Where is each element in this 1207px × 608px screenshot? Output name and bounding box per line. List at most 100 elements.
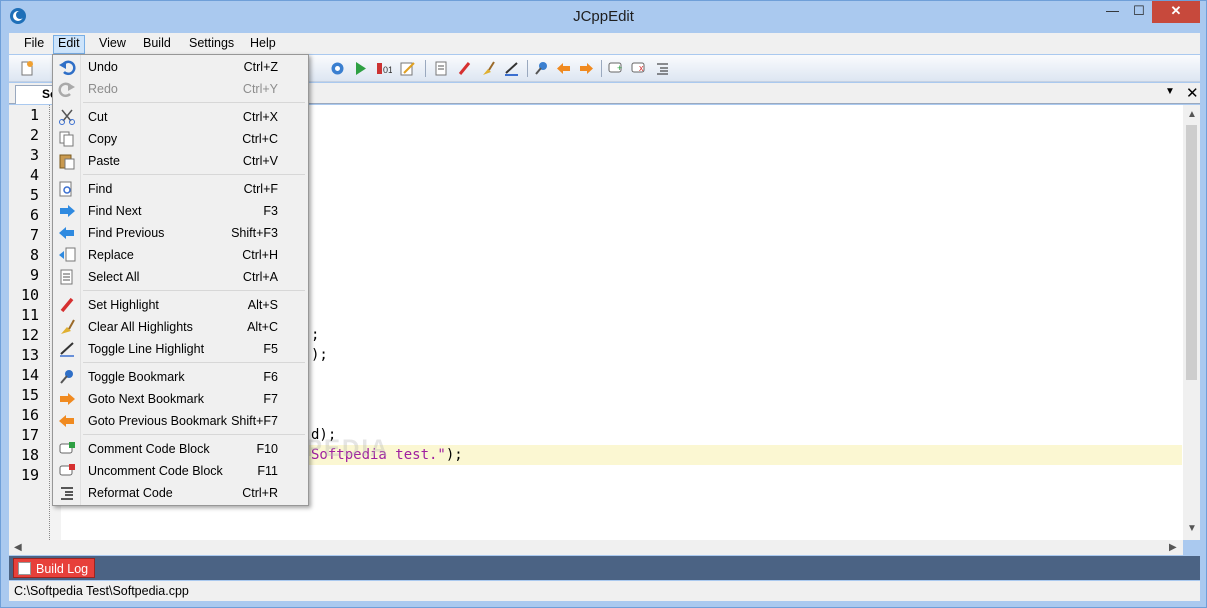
find-icon — [58, 180, 76, 198]
uncomment-icon[interactable]: x — [630, 60, 647, 77]
menu-help[interactable]: Help — [245, 35, 281, 54]
menu-item-shortcut: F11 — [257, 464, 278, 478]
menu-separator — [83, 102, 305, 103]
pushpin-icon[interactable] — [533, 60, 550, 77]
bottom-panel-bar: Build Log — [9, 556, 1200, 580]
menu-item-shortcut: Alt+S — [247, 298, 278, 312]
menu-item-shortcut: F7 — [263, 392, 278, 406]
redo-icon — [58, 80, 76, 98]
close-tab-icon[interactable]: ✕ — [1186, 84, 1199, 102]
menu-item-toggle-bookmark[interactable]: Toggle Bookmark F6 — [55, 366, 306, 388]
settings-gear-icon[interactable] — [329, 60, 346, 77]
menu-item-shortcut: Ctrl+C — [242, 132, 278, 146]
menu-build[interactable]: Build — [138, 35, 176, 54]
scroll-up-icon[interactable]: ▲ — [1187, 109, 1197, 120]
pen-icon[interactable] — [503, 60, 520, 77]
minimize-button[interactable]: — — [1099, 1, 1126, 23]
menu-item-set-highlight[interactable]: Set Highlight Alt+S — [55, 294, 306, 316]
menu-item-replace[interactable]: Replace Ctrl+H — [55, 244, 306, 266]
menu-item-comment-code-block[interactable]: Comment Code Block F10 — [55, 438, 306, 460]
comment-icon — [58, 440, 76, 458]
menu-item-label: Redo — [88, 82, 118, 96]
line-number: 12 — [20, 326, 39, 344]
menu-item-shortcut: Shift+F7 — [231, 414, 278, 428]
edit-document-icon[interactable] — [399, 60, 416, 77]
menu-item-find-next[interactable]: Find Next F3 — [55, 200, 306, 222]
arrow-right-icon — [58, 202, 76, 220]
horizontal-scrollbar[interactable]: ◀ ▶ — [9, 540, 1183, 555]
menu-item-label: Copy — [88, 132, 118, 146]
maximize-button[interactable]: ☐ — [1126, 1, 1152, 23]
line-number-gutter: 1 2 3 4 5 6 7 8 9 10 11 12 13 14 15 16 17 18 19 — [9, 105, 49, 540]
pushpin-icon — [58, 368, 76, 386]
svg-text:x: x — [639, 63, 644, 73]
menu-item-label: Toggle Line Highlight — [88, 342, 205, 356]
menu-item-find-previous[interactable]: Find Previous Shift+F3 — [55, 222, 306, 244]
menu-item-shortcut: Shift+F3 — [231, 226, 278, 240]
new-file-icon[interactable] — [19, 60, 36, 77]
vertical-scroll-thumb[interactable] — [1186, 125, 1197, 380]
copy-icon — [58, 130, 76, 148]
menu-item-uncomment-code-block[interactable]: Uncomment Code Block F11 — [55, 460, 306, 482]
build-log-tab[interactable]: Build Log — [13, 558, 96, 578]
vertical-scrollbar[interactable]: ▲ ▼ — [1183, 105, 1200, 540]
menu-item-reformat-code[interactable]: Reformat Code Ctrl+R — [55, 482, 306, 504]
orange-arrow-left-icon[interactable] — [555, 60, 572, 77]
menu-item-label: Select All — [88, 270, 140, 284]
menu-item-redo[interactable]: Redo Ctrl+Y — [55, 78, 306, 100]
toolbar-separator — [601, 60, 602, 77]
comment-icon[interactable]: + — [607, 60, 624, 77]
menu-item-toggle-line-highlight[interactable]: Toggle Line Highlight F5 — [55, 338, 306, 360]
scroll-left-icon[interactable]: ◀ — [14, 542, 22, 553]
menu-item-label: Goto Previous Bookmark — [88, 414, 227, 428]
menu-item-shortcut: Ctrl+Z — [243, 60, 278, 74]
tab-list-dropdown-icon[interactable]: ▼ — [1165, 86, 1175, 97]
line-number: 2 — [29, 126, 39, 144]
paste-icon — [58, 152, 76, 170]
menu-item-label: Goto Next Bookmark — [88, 392, 205, 406]
app-window: JCppEdit — ☐ ✕ File Edit View Build Sett… — [0, 0, 1207, 608]
broom-icon[interactable] — [479, 60, 496, 77]
menu-item-label: Comment Code Block — [88, 442, 210, 456]
line-number: 14 — [20, 366, 39, 384]
close-button[interactable]: ✕ — [1152, 1, 1200, 23]
line-number: 5 — [29, 186, 39, 204]
scroll-down-icon[interactable]: ▼ — [1187, 523, 1197, 534]
reformat-icon[interactable] — [654, 60, 671, 77]
menu-separator — [83, 290, 305, 291]
highlighter-icon[interactable] — [456, 60, 473, 77]
menu-item-find[interactable]: Find Ctrl+F — [55, 178, 306, 200]
menu-item-paste[interactable]: Paste Ctrl+V — [55, 150, 306, 172]
menu-file[interactable]: File — [19, 35, 49, 54]
menu-item-shortcut: Ctrl+R — [242, 486, 278, 500]
arrow-left-icon — [58, 224, 76, 242]
menu-item-copy[interactable]: Copy Ctrl+C — [55, 128, 306, 150]
svg-text:01: 01 — [383, 65, 392, 75]
menu-view[interactable]: View — [94, 35, 131, 54]
menu-item-label: Find — [88, 182, 113, 196]
menu-item-label: Find Next — [88, 204, 142, 218]
line-number: 8 — [29, 246, 39, 264]
line-number: 13 — [20, 346, 39, 364]
menu-item-goto-next-bookmark[interactable]: Goto Next Bookmark F7 — [55, 388, 306, 410]
window-title: JCppEdit — [573, 8, 634, 25]
menu-separator — [83, 362, 305, 363]
scroll-right-icon[interactable]: ▶ — [1169, 542, 1177, 553]
select-all-icon[interactable] — [433, 60, 450, 77]
menu-item-goto-previous-bookmark[interactable]: Goto Previous Bookmark Shift+F7 — [55, 410, 306, 432]
menu-item-label: Set Highlight — [88, 298, 159, 312]
menu-item-select-all[interactable]: Select All Ctrl+A — [55, 266, 306, 288]
line-number: 16 — [20, 406, 39, 424]
menu-item-undo[interactable]: Undo Ctrl+Z — [55, 56, 306, 78]
menu-item-cut[interactable]: Cut Ctrl+X — [55, 106, 306, 128]
orange-arrow-right-icon[interactable] — [578, 60, 595, 77]
menu-item-clear-all-highlights[interactable]: Clear All Highlights Alt+C — [55, 316, 306, 338]
run-icon[interactable] — [352, 60, 369, 77]
menu-settings[interactable]: Settings — [184, 35, 239, 54]
menu-edit[interactable]: Edit — [53, 35, 85, 54]
build-icon[interactable]: 01 — [375, 60, 392, 77]
line-number: 17 — [20, 426, 39, 444]
menu-item-shortcut: Ctrl+Y — [242, 82, 278, 96]
menu-item-shortcut: F10 — [256, 442, 278, 456]
line-number: 9 — [29, 266, 39, 284]
